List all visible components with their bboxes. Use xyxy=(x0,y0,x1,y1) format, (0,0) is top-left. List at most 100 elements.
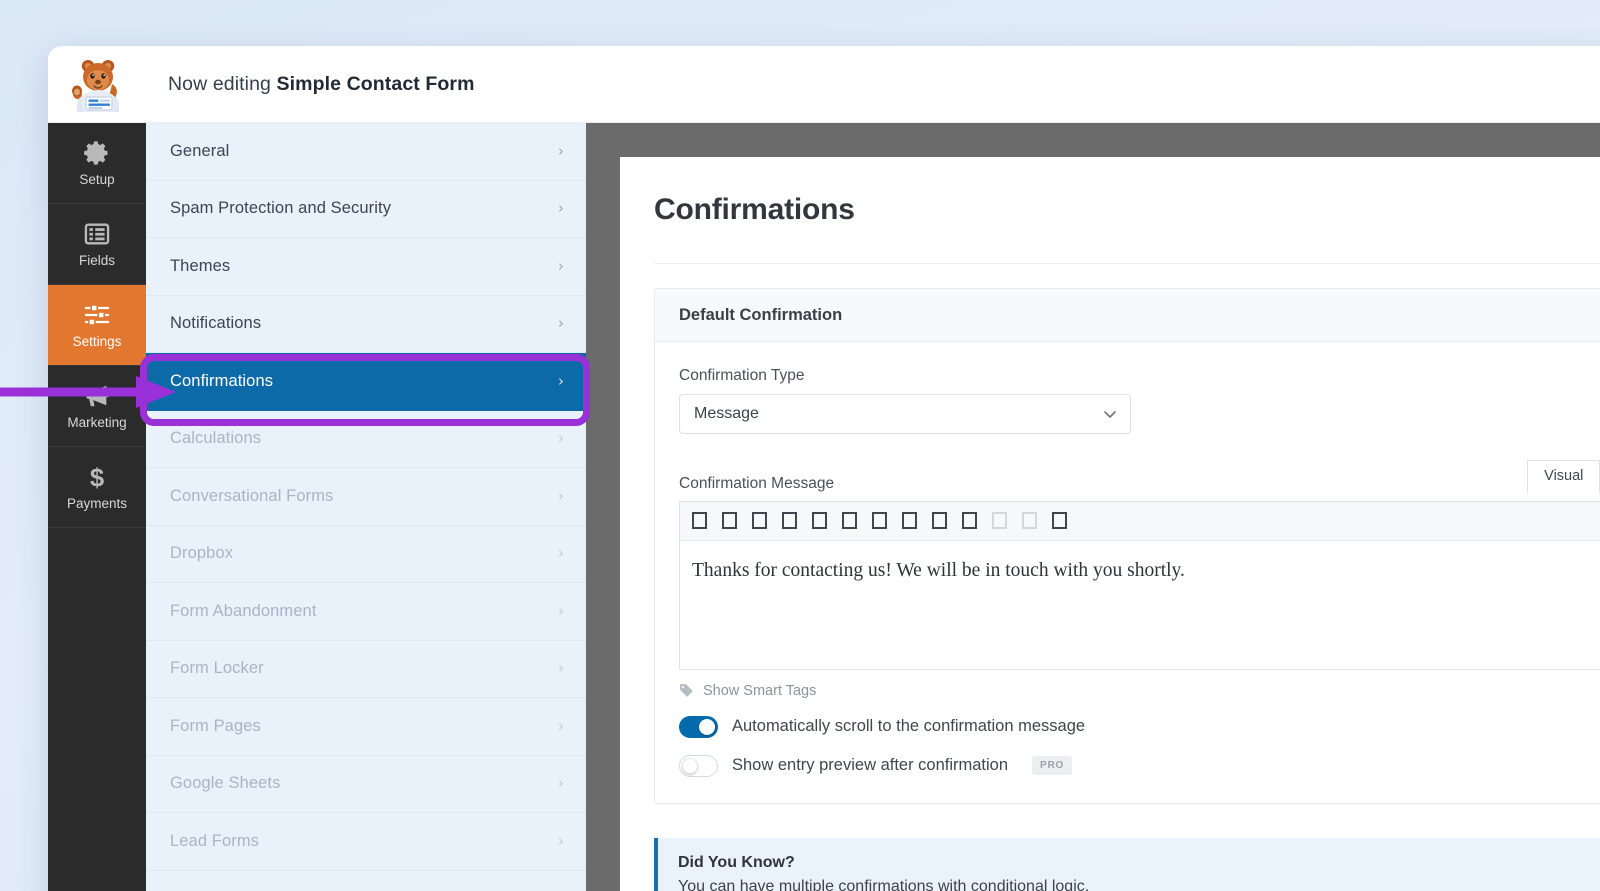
settings-item-label: General xyxy=(170,142,558,161)
settings-item-label: Dropbox xyxy=(170,544,558,563)
title-divider xyxy=(654,263,1600,264)
settings-item-notifications[interactable]: Notifications › xyxy=(146,296,586,354)
did-you-know-notice: Did You Know? You can have multiple conf… xyxy=(654,838,1600,891)
editor-toolbar xyxy=(680,502,1600,541)
show-smart-tags-button[interactable]: Show Smart Tags xyxy=(679,683,816,699)
confirmation-message-label: Confirmation Message xyxy=(679,475,834,493)
settings-item-label: Confirmations xyxy=(170,372,558,391)
chevron-right-icon: › xyxy=(558,776,564,791)
settings-item-label: Themes xyxy=(170,257,558,276)
rail-item-marketing[interactable]: Marketing xyxy=(48,366,146,447)
chevron-right-icon: › xyxy=(558,259,564,274)
settings-item-label: Form Abandonment xyxy=(170,602,558,621)
italic-icon[interactable] xyxy=(722,512,737,529)
svg-text:$: $ xyxy=(90,465,104,492)
redo-icon xyxy=(1022,512,1037,529)
builder-nav-rail: Setup Fields xyxy=(48,123,146,891)
chevron-right-icon: › xyxy=(558,661,564,676)
chevron-right-icon: › xyxy=(558,374,564,389)
settings-item-confirmations[interactable]: Confirmations › xyxy=(146,353,586,411)
settings-list-panel: General › Spam Protection and Security ›… xyxy=(146,123,586,891)
blockquote-icon[interactable] xyxy=(812,512,827,529)
align-center-icon[interactable] xyxy=(872,512,887,529)
settings-item-calculations[interactable]: Calculations › xyxy=(146,411,586,469)
settings-item-label: Calculations xyxy=(170,429,558,448)
default-confirmation-card: Default Confirmation Confirmation Type M… xyxy=(654,288,1600,804)
bulleted-list-icon[interactable] xyxy=(752,512,767,529)
settings-item-form-pages[interactable]: Form Pages › xyxy=(146,698,586,756)
editor-content-text: Thanks for contacting us! We will be in … xyxy=(692,560,1185,581)
rail-item-payments[interactable]: $ Payments xyxy=(48,447,146,528)
settings-item-spam-protection-and-security[interactable]: Spam Protection and Security › xyxy=(146,181,586,239)
settings-item-form-locker[interactable]: Form Locker › xyxy=(146,641,586,699)
wpforms-logo[interactable] xyxy=(48,46,146,123)
settings-item-form-abandonment[interactable]: Form Abandonment › xyxy=(146,583,586,641)
megaphone-icon xyxy=(83,382,111,410)
builder-topbar: Now editing Simple Contact Form xyxy=(48,46,1600,123)
confirmation-type-value: Message xyxy=(694,405,759,423)
settings-item-label: Lead Forms xyxy=(170,832,558,851)
page-title: Confirmations xyxy=(654,193,1600,227)
auto-scroll-toggle[interactable] xyxy=(679,716,718,738)
editor-mode-tabs: Visual Text xyxy=(1527,460,1600,493)
tag-icon xyxy=(679,683,694,698)
wpforms-bear-mascot-logo-icon xyxy=(64,56,130,112)
toggle-knob xyxy=(699,719,715,735)
settings-item-conversational-forms[interactable]: Conversational Forms › xyxy=(146,468,586,526)
chevron-right-icon: › xyxy=(558,489,564,504)
confirmation-type-label: Confirmation Type xyxy=(679,367,1600,385)
editing-prefix: Now editing xyxy=(168,73,271,95)
align-right-icon[interactable] xyxy=(902,512,917,529)
editor-content-area[interactable]: Thanks for contacting us! We will be in … xyxy=(680,541,1600,669)
now-editing-label: Now editing Simple Contact Form xyxy=(168,73,475,96)
settings-item-dropbox[interactable]: Dropbox › xyxy=(146,526,586,584)
insert-link-icon[interactable] xyxy=(932,512,947,529)
rail-item-fields[interactable]: Fields xyxy=(48,204,146,285)
confirmation-type-select[interactable]: Message xyxy=(679,394,1131,434)
screenshot-root: Now editing Simple Contact Form Setup xyxy=(0,0,1600,891)
settings-item-themes[interactable]: Themes › xyxy=(146,238,586,296)
bold-icon[interactable] xyxy=(692,512,707,529)
settings-item-label: Form Locker xyxy=(170,659,558,678)
dollar-icon: $ xyxy=(83,463,111,491)
card-title: Default Confirmation xyxy=(655,289,1600,342)
rail-label: Settings xyxy=(73,335,122,349)
settings-item-google-sheets[interactable]: Google Sheets › xyxy=(146,756,586,814)
read-more-icon[interactable] xyxy=(962,512,977,529)
pro-badge: PRO xyxy=(1032,756,1072,775)
entry-preview-toggle[interactable] xyxy=(679,755,718,777)
form-builder-window: Now editing Simple Contact Form Setup xyxy=(48,46,1600,891)
numbered-list-icon[interactable] xyxy=(782,512,797,529)
chevron-right-icon: › xyxy=(558,316,564,331)
notice-text: You can have multiple confirmations with… xyxy=(678,878,1600,891)
rail-label: Fields xyxy=(79,254,115,268)
entry-preview-toggle-row: Show entry preview after confirmation PR… xyxy=(679,755,1600,777)
list-icon xyxy=(83,220,111,248)
chevron-right-icon: › xyxy=(558,144,564,159)
settings-item-lead-forms[interactable]: Lead Forms › xyxy=(146,813,586,871)
confirmation-message-row: Confirmation Message Visual Text xyxy=(679,460,1600,493)
confirmations-settings-panel: Confirmations Default Confirmation Confi… xyxy=(620,157,1600,891)
toggle-knob xyxy=(682,758,698,774)
chevron-right-icon: › xyxy=(558,546,564,561)
settings-item-label: Notifications xyxy=(170,314,558,333)
chevron-right-icon: › xyxy=(558,201,564,216)
settings-item-general[interactable]: General › xyxy=(146,123,586,181)
entry-preview-toggle-label: Show entry preview after confirmation xyxy=(732,756,1008,775)
chevron-right-icon: › xyxy=(558,431,564,446)
align-left-icon[interactable] xyxy=(842,512,857,529)
notice-title: Did You Know? xyxy=(678,854,1600,872)
tab-visual[interactable]: Visual xyxy=(1527,460,1600,493)
confirmation-message-editor: Thanks for contacting us! We will be in … xyxy=(679,501,1600,670)
rail-item-settings[interactable]: Settings xyxy=(48,285,146,366)
auto-scroll-toggle-label: Automatically scroll to the confirmation… xyxy=(732,717,1085,736)
rail-label: Setup xyxy=(79,173,114,187)
rail-label: Marketing xyxy=(67,416,126,430)
rail-label: Payments xyxy=(67,497,127,511)
rail-item-setup[interactable]: Setup xyxy=(48,123,146,204)
settings-item-label: Conversational Forms xyxy=(170,487,558,506)
settings-item-label: Form Pages xyxy=(170,717,558,736)
chevron-right-icon: › xyxy=(558,719,564,734)
undo-icon xyxy=(992,512,1007,529)
toolbar-toggle-icon[interactable] xyxy=(1052,512,1067,529)
